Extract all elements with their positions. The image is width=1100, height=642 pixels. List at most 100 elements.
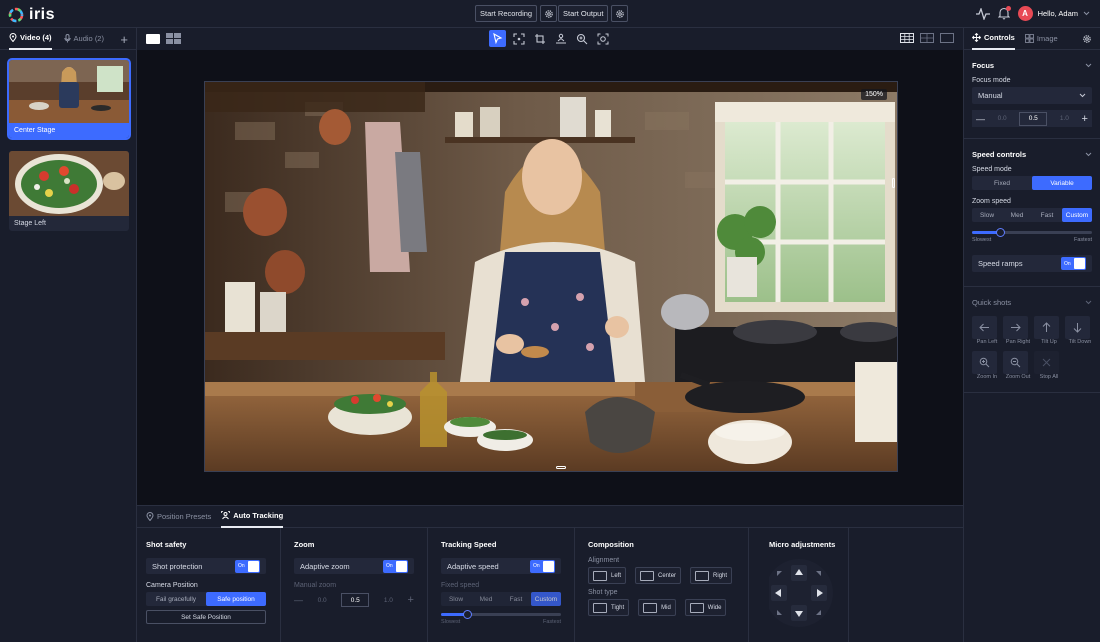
adaptive-speed-toggle[interactable]: On xyxy=(530,559,555,573)
speed-slow-option[interactable]: Slow xyxy=(441,592,471,606)
shot-tight-button[interactable]: Tight xyxy=(588,599,630,616)
tracking-speed-section: Tracking Speed Adaptive speed On Fixed s… xyxy=(441,540,561,625)
fail-gracefully-option[interactable]: Fail gracefully xyxy=(146,592,206,606)
recording-settings-button[interactable] xyxy=(540,5,558,22)
adaptive-speed-label: Adaptive speed xyxy=(447,561,499,571)
tab-controls[interactable]: Controls xyxy=(972,28,1015,50)
speed-controls-header[interactable]: Speed controls xyxy=(972,150,1092,159)
tracking-tool-button[interactable] xyxy=(552,30,569,47)
speed-mode-fixed[interactable]: Fixed xyxy=(972,176,1032,190)
composition-title: Composition xyxy=(588,540,634,549)
crop-icon xyxy=(534,33,545,44)
arrow-left-icon xyxy=(979,323,989,332)
speed-custom-option[interactable]: Custom xyxy=(531,592,561,606)
manual-zoom-decrement[interactable]: — xyxy=(294,595,303,605)
video-frame[interactable]: 150% xyxy=(204,81,898,472)
top-bar: iris Start Recording Start Output A Hell… xyxy=(0,0,1100,28)
zoom-speed-slider[interactable] xyxy=(972,228,1092,237)
zoom-speed-custom[interactable]: Custom xyxy=(1062,208,1092,222)
speed-fast-option[interactable]: Fast xyxy=(501,592,531,606)
quick-shot-zoom-out[interactable]: Zoom Out xyxy=(1003,351,1034,380)
safe-position-option[interactable]: Safe position xyxy=(206,592,266,606)
quick-shot-tilt-up[interactable]: Tilt Up xyxy=(1034,316,1065,345)
quick-shot-label: Zoom In xyxy=(976,374,998,380)
section-divider xyxy=(427,528,428,642)
speed-mode-label: Speed mode xyxy=(972,166,1012,173)
align-left-button[interactable]: Left xyxy=(588,567,627,584)
shot-tight-label: Tight xyxy=(611,604,625,611)
shot-protection-toggle[interactable]: On xyxy=(235,559,260,573)
zoom-speed-fast[interactable]: Fast xyxy=(1032,208,1062,222)
tab-controls-label: Controls xyxy=(984,33,1015,42)
zoom-speed-med[interactable]: Med xyxy=(1002,208,1032,222)
select-tool-button[interactable] xyxy=(489,30,506,47)
zoom-speed-slow[interactable]: Slow xyxy=(972,208,1002,222)
tracking-speed-slider[interactable] xyxy=(441,610,561,619)
quick-shot-stop-all[interactable]: Stop All xyxy=(1034,351,1065,380)
focus-increment[interactable]: + xyxy=(1082,113,1088,125)
iris-logo-icon xyxy=(8,7,24,23)
output-settings-button[interactable] xyxy=(611,5,629,22)
tab-auto-tracking[interactable]: Auto Tracking xyxy=(221,506,284,528)
focus-value[interactable]: 0.5 xyxy=(1019,111,1048,126)
align-right-button[interactable]: Right xyxy=(690,567,733,584)
zoom-speed-selector: Slow Med Fast Custom xyxy=(972,208,1092,222)
source-card-center-stage[interactable]: Center Stage xyxy=(7,58,131,140)
single-view-icon[interactable] xyxy=(146,33,160,44)
crop-tool-button[interactable] xyxy=(531,30,548,47)
user-menu[interactable]: A Hello, Adam xyxy=(1017,6,1090,21)
start-output-button[interactable]: Start Output xyxy=(558,5,609,22)
chevron-down-icon xyxy=(1085,300,1092,305)
manual-zoom-value[interactable]: 0.5 xyxy=(341,593,370,607)
face-detect-tool-button[interactable] xyxy=(594,30,611,47)
alignment-label: Alignment xyxy=(588,557,620,564)
zoom-tool-button[interactable] xyxy=(573,30,590,47)
frame-tool-button[interactable] xyxy=(510,30,527,47)
panel-settings-button[interactable] xyxy=(1082,34,1092,44)
quick-shot-pan-left[interactable]: Pan Left xyxy=(972,316,1003,345)
source-card-label: Stage Left xyxy=(14,220,46,227)
tab-image[interactable]: Image xyxy=(1024,28,1058,50)
notifications-button[interactable] xyxy=(997,6,1011,20)
quick-shot-tilt-down[interactable]: Tilt Down xyxy=(1065,316,1096,345)
tab-position-presets[interactable]: Position Presets xyxy=(146,506,211,528)
layout-quad-icon[interactable] xyxy=(920,33,934,43)
slider-knob[interactable] xyxy=(995,228,1005,237)
manual-zoom-increment[interactable]: + xyxy=(408,594,414,606)
speed-ramps-toggle[interactable]: On xyxy=(1061,257,1086,270)
quick-shot-zoom-in[interactable]: Zoom In xyxy=(972,351,1003,380)
app-logo[interactable]: iris xyxy=(8,6,55,24)
frame-resize-handle-right[interactable] xyxy=(892,178,895,188)
adaptive-zoom-toggle[interactable]: On xyxy=(383,559,408,573)
notification-dot xyxy=(1005,6,1011,11)
focus-mode-select[interactable]: Manual xyxy=(972,87,1092,104)
align-center-button[interactable]: Center xyxy=(635,567,682,584)
speed-med-option[interactable]: Med xyxy=(471,592,501,606)
quick-shot-pan-right[interactable]: Pan Right xyxy=(1003,316,1034,345)
add-source-button[interactable]: + xyxy=(120,32,128,47)
start-recording-button[interactable]: Start Recording xyxy=(475,5,538,22)
shot-wide-button[interactable]: Wide xyxy=(684,599,727,616)
video-viewport: 150% xyxy=(137,28,963,505)
tab-video[interactable]: Video (4) xyxy=(9,28,52,50)
tab-image-label: Image xyxy=(1036,34,1058,43)
chevron-down-icon xyxy=(1085,152,1092,157)
set-safe-position-button[interactable]: Set Safe Position xyxy=(146,610,266,624)
source-card-stage-left[interactable]: Stage Left xyxy=(9,151,129,231)
adaptive-speed-row: Adaptive speed On xyxy=(441,558,561,574)
source-panel: Video (4) Audio (2) + Center Stage Stage… xyxy=(0,28,137,642)
shot-mid-button[interactable]: Mid xyxy=(638,599,676,616)
face-scan-icon xyxy=(597,33,608,44)
fixed-speed-selector: Slow Med Fast Custom xyxy=(441,592,561,606)
activity-icon[interactable] xyxy=(975,7,990,20)
focus-decrement[interactable]: — xyxy=(976,114,985,124)
speed-mode-variable[interactable]: Variable xyxy=(1032,176,1092,190)
focus-header[interactable]: Focus xyxy=(972,61,1092,70)
grid-view-icon[interactable] xyxy=(166,33,181,44)
slider-knob[interactable] xyxy=(463,610,473,619)
tab-audio[interactable]: Audio (2) xyxy=(63,28,104,50)
layout-single-icon[interactable] xyxy=(940,33,954,43)
quick-shots-header[interactable]: Quick shots xyxy=(972,298,1092,307)
layout-grid-icon[interactable] xyxy=(900,33,914,43)
frame-resize-handle-bottom[interactable] xyxy=(556,466,566,469)
